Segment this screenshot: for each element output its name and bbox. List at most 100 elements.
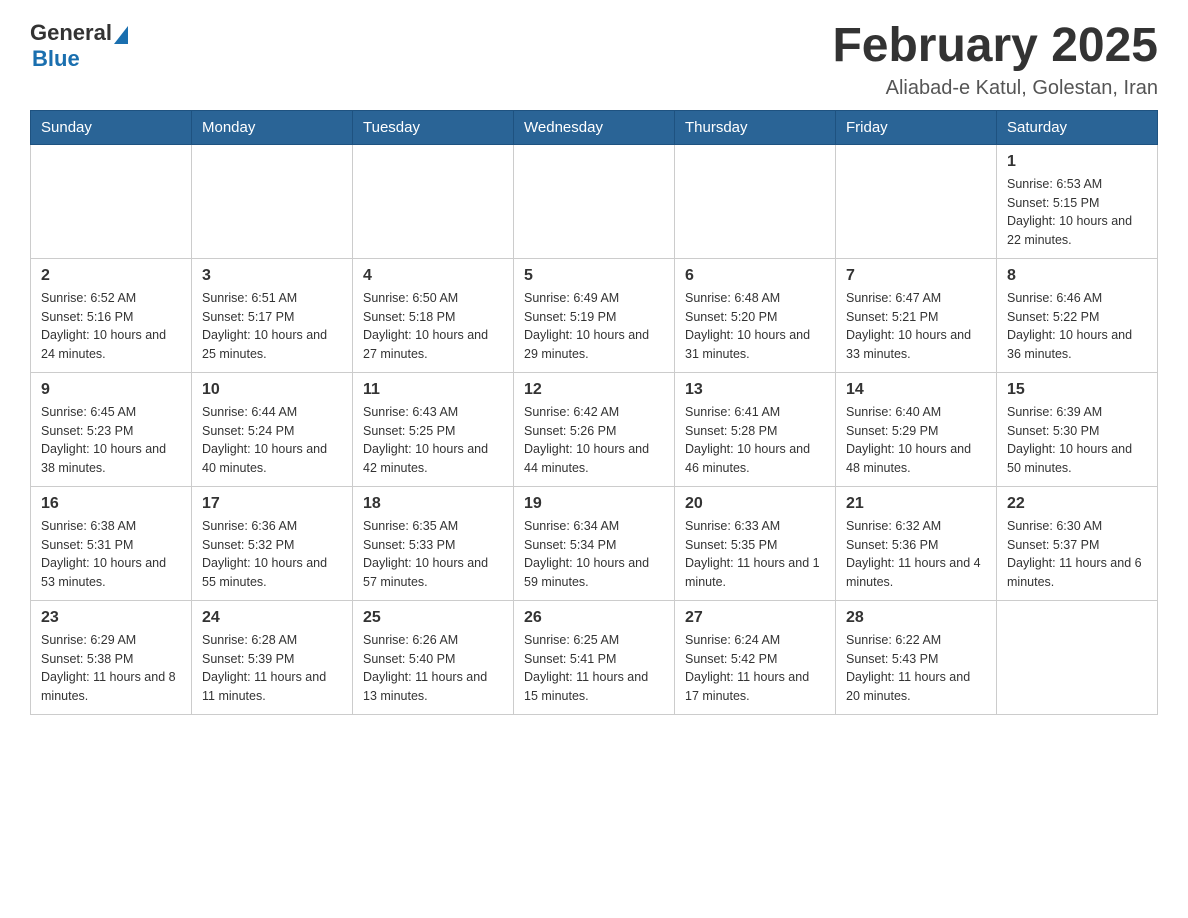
day-number: 15 bbox=[1007, 381, 1147, 399]
day-number: 23 bbox=[41, 609, 181, 627]
day-info: Sunrise: 6:44 AMSunset: 5:24 PMDaylight:… bbox=[202, 403, 342, 478]
day-info: Sunrise: 6:38 AMSunset: 5:31 PMDaylight:… bbox=[41, 517, 181, 592]
calendar-week-2: 2 Sunrise: 6:52 AMSunset: 5:16 PMDaylight… bbox=[31, 258, 1158, 372]
calendar-day-cell: 13 Sunrise: 6:41 AMSunset: 5:28 PMDayligh… bbox=[675, 372, 836, 486]
calendar-day-cell: 18 Sunrise: 6:35 AMSunset: 5:33 PMDayligh… bbox=[353, 486, 514, 600]
day-info: Sunrise: 6:41 AMSunset: 5:28 PMDaylight:… bbox=[685, 403, 825, 478]
calendar-day-cell: 21 Sunrise: 6:32 AMSunset: 5:36 PMDayligh… bbox=[836, 486, 997, 600]
calendar-day-cell bbox=[514, 144, 675, 258]
month-title: February 2025 bbox=[832, 20, 1158, 73]
weekday-header-tuesday: Tuesday bbox=[353, 110, 514, 144]
day-info: Sunrise: 6:50 AMSunset: 5:18 PMDaylight:… bbox=[363, 289, 503, 364]
weekday-header-thursday: Thursday bbox=[675, 110, 836, 144]
day-number: 4 bbox=[363, 267, 503, 285]
day-number: 26 bbox=[524, 609, 664, 627]
day-info: Sunrise: 6:29 AMSunset: 5:38 PMDaylight:… bbox=[41, 631, 181, 706]
weekday-header-wednesday: Wednesday bbox=[514, 110, 675, 144]
calendar-day-cell: 20 Sunrise: 6:33 AMSunset: 5:35 PMDayligh… bbox=[675, 486, 836, 600]
day-number: 27 bbox=[685, 609, 825, 627]
weekday-header-friday: Friday bbox=[836, 110, 997, 144]
calendar-day-cell: 5 Sunrise: 6:49 AMSunset: 5:19 PMDaylight… bbox=[514, 258, 675, 372]
day-info: Sunrise: 6:52 AMSunset: 5:16 PMDaylight:… bbox=[41, 289, 181, 364]
day-number: 6 bbox=[685, 267, 825, 285]
day-info: Sunrise: 6:43 AMSunset: 5:25 PMDaylight:… bbox=[363, 403, 503, 478]
day-info: Sunrise: 6:48 AMSunset: 5:20 PMDaylight:… bbox=[685, 289, 825, 364]
calendar-day-cell: 16 Sunrise: 6:38 AMSunset: 5:31 PMDayligh… bbox=[31, 486, 192, 600]
calendar-week-4: 16 Sunrise: 6:38 AMSunset: 5:31 PMDayligh… bbox=[31, 486, 1158, 600]
day-info: Sunrise: 6:42 AMSunset: 5:26 PMDaylight:… bbox=[524, 403, 664, 478]
day-info: Sunrise: 6:49 AMSunset: 5:19 PMDaylight:… bbox=[524, 289, 664, 364]
calendar-day-cell: 26 Sunrise: 6:25 AMSunset: 5:41 PMDayligh… bbox=[514, 600, 675, 714]
day-number: 5 bbox=[524, 267, 664, 285]
day-number: 10 bbox=[202, 381, 342, 399]
calendar-day-cell bbox=[997, 600, 1158, 714]
day-info: Sunrise: 6:33 AMSunset: 5:35 PMDaylight:… bbox=[685, 517, 825, 592]
day-number: 12 bbox=[524, 381, 664, 399]
calendar-day-cell: 1Sunrise: 6:53 AMSunset: 5:15 PMDaylight… bbox=[997, 144, 1158, 258]
page-header: General Blue February 2025 Aliabad-e Kat… bbox=[30, 20, 1158, 100]
day-number: 3 bbox=[202, 267, 342, 285]
calendar-day-cell: 8Sunrise: 6:46 AMSunset: 5:22 PMDaylight… bbox=[997, 258, 1158, 372]
calendar-day-cell: 17Sunrise: 6:36 AMSunset: 5:32 PMDayligh… bbox=[192, 486, 353, 600]
calendar-week-3: 9 Sunrise: 6:45 AMSunset: 5:23 PMDaylight… bbox=[31, 372, 1158, 486]
day-number: 17 bbox=[202, 495, 342, 513]
day-number: 11 bbox=[363, 381, 503, 399]
calendar-day-cell: 24 Sunrise: 6:28 AMSunset: 5:39 PMDayligh… bbox=[192, 600, 353, 714]
calendar-day-cell bbox=[675, 144, 836, 258]
logo-general-text: General bbox=[30, 20, 112, 46]
day-number: 14 bbox=[846, 381, 986, 399]
calendar-day-cell: 25 Sunrise: 6:26 AMSunset: 5:40 PMDayligh… bbox=[353, 600, 514, 714]
day-number: 19 bbox=[524, 495, 664, 513]
calendar-day-cell: 27 Sunrise: 6:24 AMSunset: 5:42 PMDayligh… bbox=[675, 600, 836, 714]
day-number: 21 bbox=[846, 495, 986, 513]
day-info: Sunrise: 6:28 AMSunset: 5:39 PMDaylight:… bbox=[202, 631, 342, 706]
calendar-day-cell: 7 Sunrise: 6:47 AMSunset: 5:21 PMDaylight… bbox=[836, 258, 997, 372]
calendar-day-cell: 2 Sunrise: 6:52 AMSunset: 5:16 PMDaylight… bbox=[31, 258, 192, 372]
day-number: 22 bbox=[1007, 495, 1147, 513]
day-info: Sunrise: 6:39 AMSunset: 5:30 PMDaylight:… bbox=[1007, 403, 1147, 478]
day-number: 13 bbox=[685, 381, 825, 399]
weekday-header-monday: Monday bbox=[192, 110, 353, 144]
day-info: Sunrise: 6:30 AMSunset: 5:37 PMDaylight:… bbox=[1007, 517, 1147, 592]
calendar-day-cell: 19Sunrise: 6:34 AMSunset: 5:34 PMDayligh… bbox=[514, 486, 675, 600]
location-text: Aliabad-e Katul, Golestan, Iran bbox=[832, 77, 1158, 100]
calendar-header-row: SundayMondayTuesdayWednesdayThursdayFrid… bbox=[31, 110, 1158, 144]
day-info: Sunrise: 6:47 AMSunset: 5:21 PMDaylight:… bbox=[846, 289, 986, 364]
logo-blue-text: Blue bbox=[32, 46, 80, 72]
calendar-table: SundayMondayTuesdayWednesdayThursdayFrid… bbox=[30, 110, 1158, 715]
day-number: 8 bbox=[1007, 267, 1147, 285]
calendar-day-cell bbox=[353, 144, 514, 258]
calendar-day-cell: 14 Sunrise: 6:40 AMSunset: 5:29 PMDayligh… bbox=[836, 372, 997, 486]
day-number: 20 bbox=[685, 495, 825, 513]
day-info: Sunrise: 6:32 AMSunset: 5:36 PMDaylight:… bbox=[846, 517, 986, 592]
day-number: 2 bbox=[41, 267, 181, 285]
calendar-day-cell: 15 Sunrise: 6:39 AMSunset: 5:30 PMDayligh… bbox=[997, 372, 1158, 486]
day-info: Sunrise: 6:51 AMSunset: 5:17 PMDaylight:… bbox=[202, 289, 342, 364]
calendar-week-1: 1Sunrise: 6:53 AMSunset: 5:15 PMDaylight… bbox=[31, 144, 1158, 258]
day-number: 18 bbox=[363, 495, 503, 513]
day-number: 25 bbox=[363, 609, 503, 627]
logo-triangle-icon bbox=[114, 26, 128, 44]
day-info: Sunrise: 6:53 AMSunset: 5:15 PMDaylight:… bbox=[1007, 175, 1147, 250]
calendar-day-cell bbox=[836, 144, 997, 258]
day-number: 7 bbox=[846, 267, 986, 285]
calendar-day-cell: 11 Sunrise: 6:43 AMSunset: 5:25 PMDayligh… bbox=[353, 372, 514, 486]
day-number: 28 bbox=[846, 609, 986, 627]
day-info: Sunrise: 6:45 AMSunset: 5:23 PMDaylight:… bbox=[41, 403, 181, 478]
day-number: 24 bbox=[202, 609, 342, 627]
day-info: Sunrise: 6:40 AMSunset: 5:29 PMDaylight:… bbox=[846, 403, 986, 478]
calendar-day-cell: 12 Sunrise: 6:42 AMSunset: 5:26 PMDayligh… bbox=[514, 372, 675, 486]
weekday-header-sunday: Sunday bbox=[31, 110, 192, 144]
day-info: Sunrise: 6:24 AMSunset: 5:42 PMDaylight:… bbox=[685, 631, 825, 706]
calendar-day-cell: 3 Sunrise: 6:51 AMSunset: 5:17 PMDaylight… bbox=[192, 258, 353, 372]
day-info: Sunrise: 6:35 AMSunset: 5:33 PMDaylight:… bbox=[363, 517, 503, 592]
day-number: 16 bbox=[41, 495, 181, 513]
calendar-week-5: 23 Sunrise: 6:29 AMSunset: 5:38 PMDayligh… bbox=[31, 600, 1158, 714]
calendar-day-cell bbox=[31, 144, 192, 258]
day-info: Sunrise: 6:26 AMSunset: 5:40 PMDaylight:… bbox=[363, 631, 503, 706]
day-info: Sunrise: 6:22 AMSunset: 5:43 PMDaylight:… bbox=[846, 631, 986, 706]
calendar-day-cell: 4 Sunrise: 6:50 AMSunset: 5:18 PMDaylight… bbox=[353, 258, 514, 372]
day-info: Sunrise: 6:25 AMSunset: 5:41 PMDaylight:… bbox=[524, 631, 664, 706]
day-number: 9 bbox=[41, 381, 181, 399]
calendar-day-cell bbox=[192, 144, 353, 258]
